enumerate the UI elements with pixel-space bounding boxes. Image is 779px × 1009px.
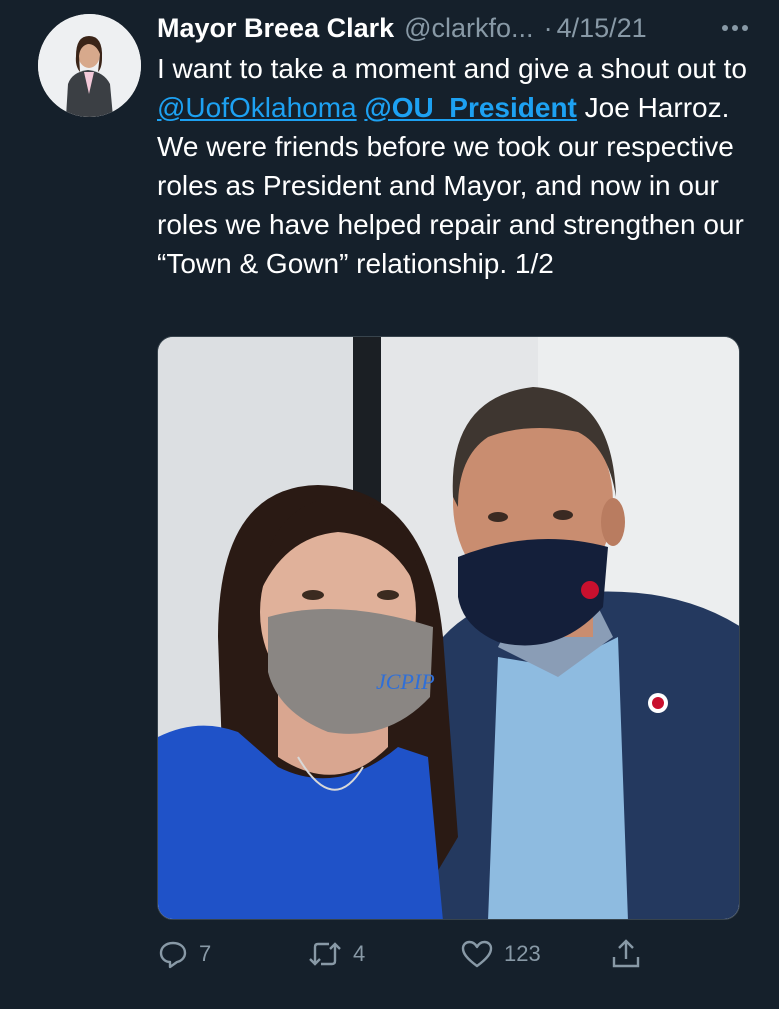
tweet-date[interactable]: 4/15/21 bbox=[557, 13, 647, 44]
reply-icon bbox=[159, 941, 187, 969]
avatar[interactable] bbox=[38, 14, 141, 117]
tweet-actions: 7 4 123 bbox=[157, 930, 740, 978]
user-handle[interactable]: @clarkfo... bbox=[404, 13, 533, 44]
retweet-icon bbox=[309, 942, 341, 966]
more-button[interactable] bbox=[717, 16, 753, 40]
share-button[interactable] bbox=[609, 930, 643, 978]
like-count: 123 bbox=[504, 941, 541, 966]
retweet-count: 4 bbox=[353, 941, 366, 966]
mention-uofoklahoma[interactable]: @UofOklahoma bbox=[157, 92, 357, 123]
tweet: Mayor Breea Clark @clarkfo... · 4/15/21 … bbox=[0, 0, 779, 1009]
tweet-text-part1: I want to take a moment and give a shout… bbox=[157, 53, 747, 84]
more-icon bbox=[722, 25, 748, 31]
mask-text: JCPIP bbox=[376, 669, 435, 694]
reply-count: 7 bbox=[199, 941, 212, 966]
tweet-header: Mayor Breea Clark @clarkfo... · 4/15/21 bbox=[157, 10, 757, 46]
mention-ou-president[interactable]: @OU_President bbox=[364, 92, 576, 123]
tweet-photo[interactable]: JCPIP bbox=[157, 336, 740, 920]
like-button[interactable]: 123 bbox=[460, 930, 541, 978]
selfie-photo: JCPIP bbox=[158, 337, 739, 919]
separator-dot: · bbox=[543, 12, 553, 43]
share-icon bbox=[612, 939, 640, 968]
display-name[interactable]: Mayor Breea Clark bbox=[157, 13, 394, 44]
like-icon bbox=[461, 940, 493, 968]
tweet-text: I want to take a moment and give a shout… bbox=[157, 49, 757, 283]
reply-button[interactable]: 7 bbox=[157, 930, 211, 978]
retweet-button[interactable]: 4 bbox=[307, 930, 365, 978]
avatar-image bbox=[38, 14, 141, 117]
